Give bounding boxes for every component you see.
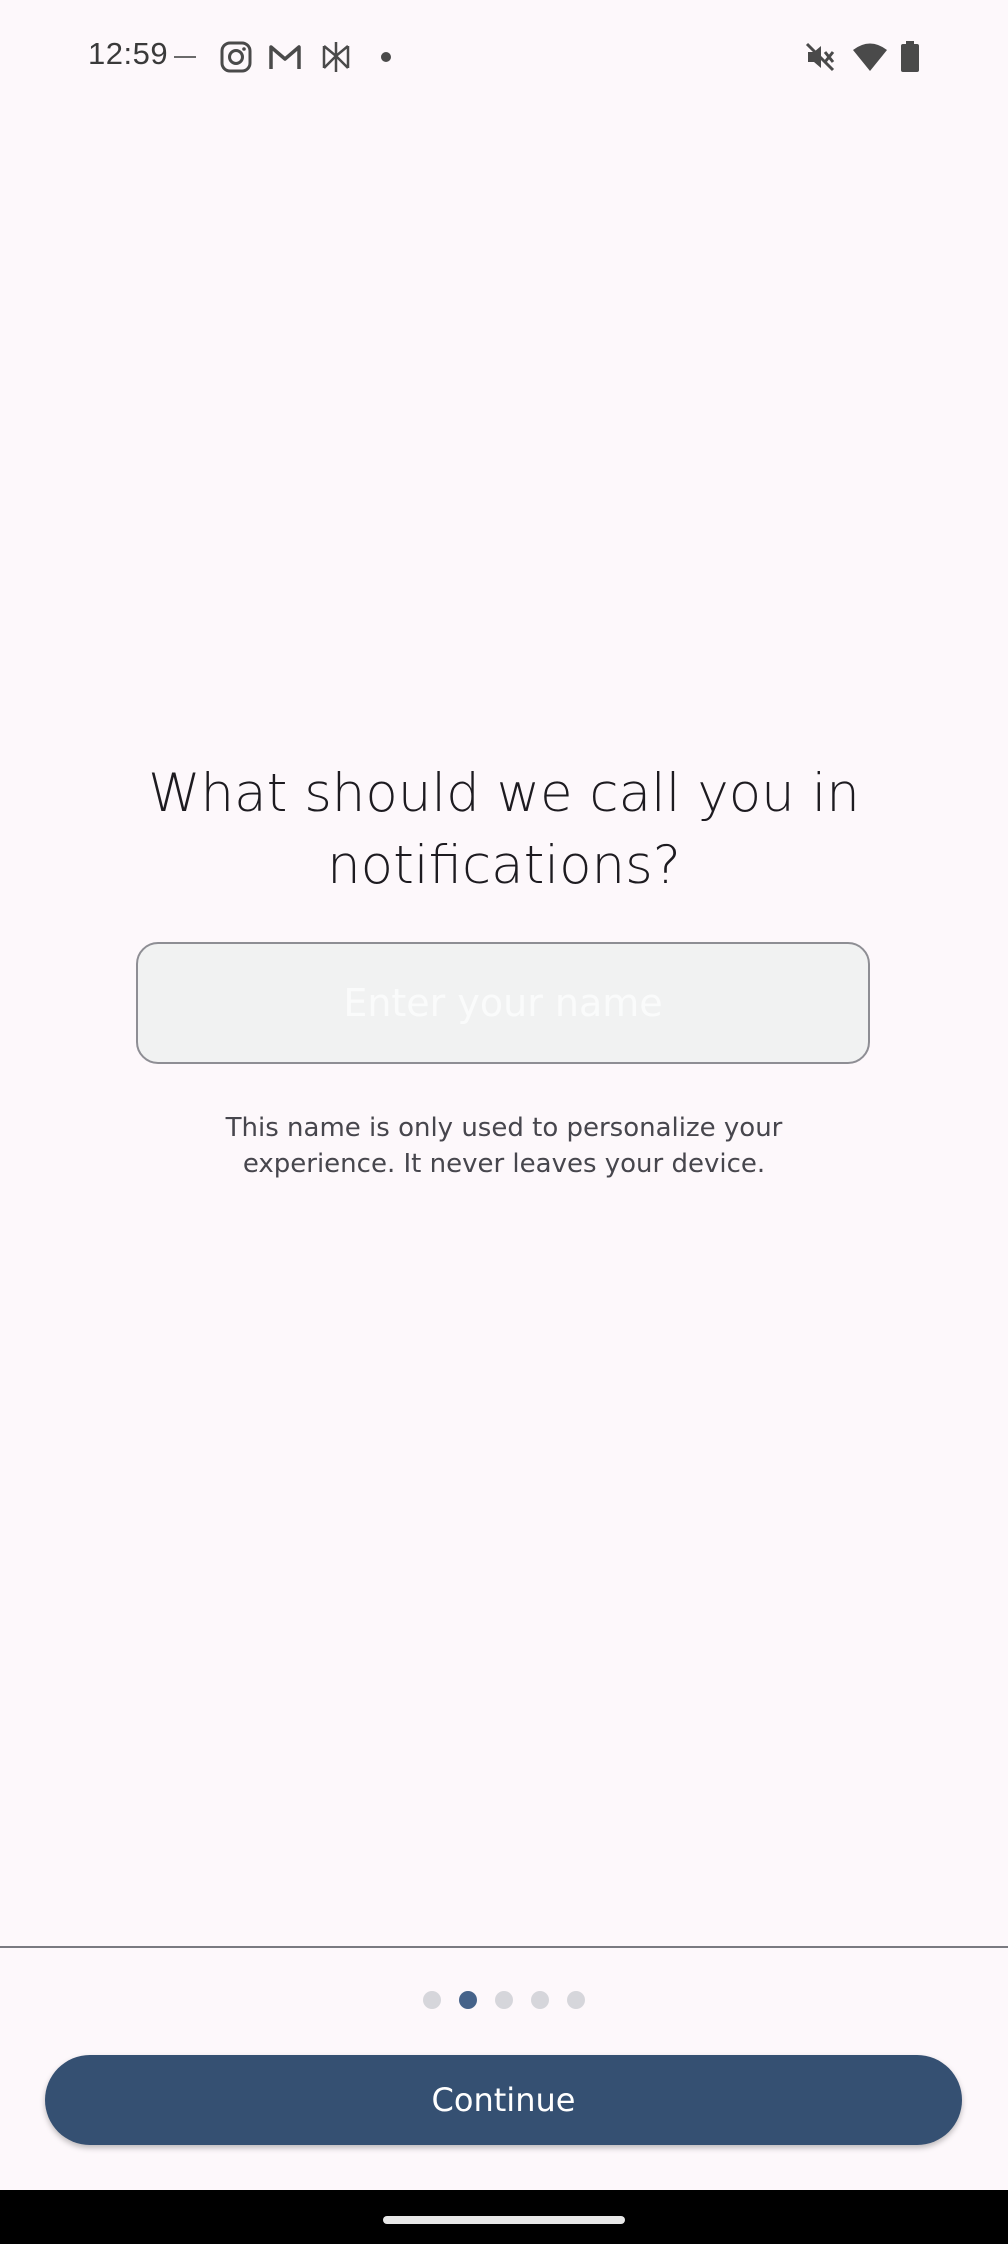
page-dot-5 (567, 1991, 585, 2009)
bottom-divider (0, 1946, 1008, 1948)
mute-icon (804, 40, 836, 74)
page-dot-3 (495, 1991, 513, 2009)
status-time: 12:59 (88, 36, 169, 71)
page-dot-1 (423, 1991, 441, 2009)
name-input[interactable] (138, 980, 868, 1026)
music-note-icon (174, 40, 196, 74)
page-dot-2-active (459, 1991, 477, 2009)
continue-button[interactable]: Continue (45, 2055, 962, 2145)
onboarding-screen: 12:59 What should we call you in notific… (0, 0, 1008, 2244)
battery-icon (900, 40, 920, 74)
page-dot-4 (531, 1991, 549, 2009)
name-field[interactable] (136, 942, 870, 1064)
gmail-icon (268, 40, 302, 74)
navigation-bar (0, 2190, 1008, 2244)
wifi-icon (852, 40, 888, 74)
status-bar: 12:59 (0, 0, 1008, 114)
instagram-icon (220, 40, 252, 74)
helper-text: This name is only used to personalize yo… (225, 1113, 783, 1179)
page-title: What should we call you in notifications… (148, 763, 860, 896)
home-gesture-handle[interactable] (383, 2216, 625, 2224)
app-icon (320, 40, 352, 74)
page-indicator (0, 1991, 1008, 2009)
dot-icon (380, 40, 392, 74)
